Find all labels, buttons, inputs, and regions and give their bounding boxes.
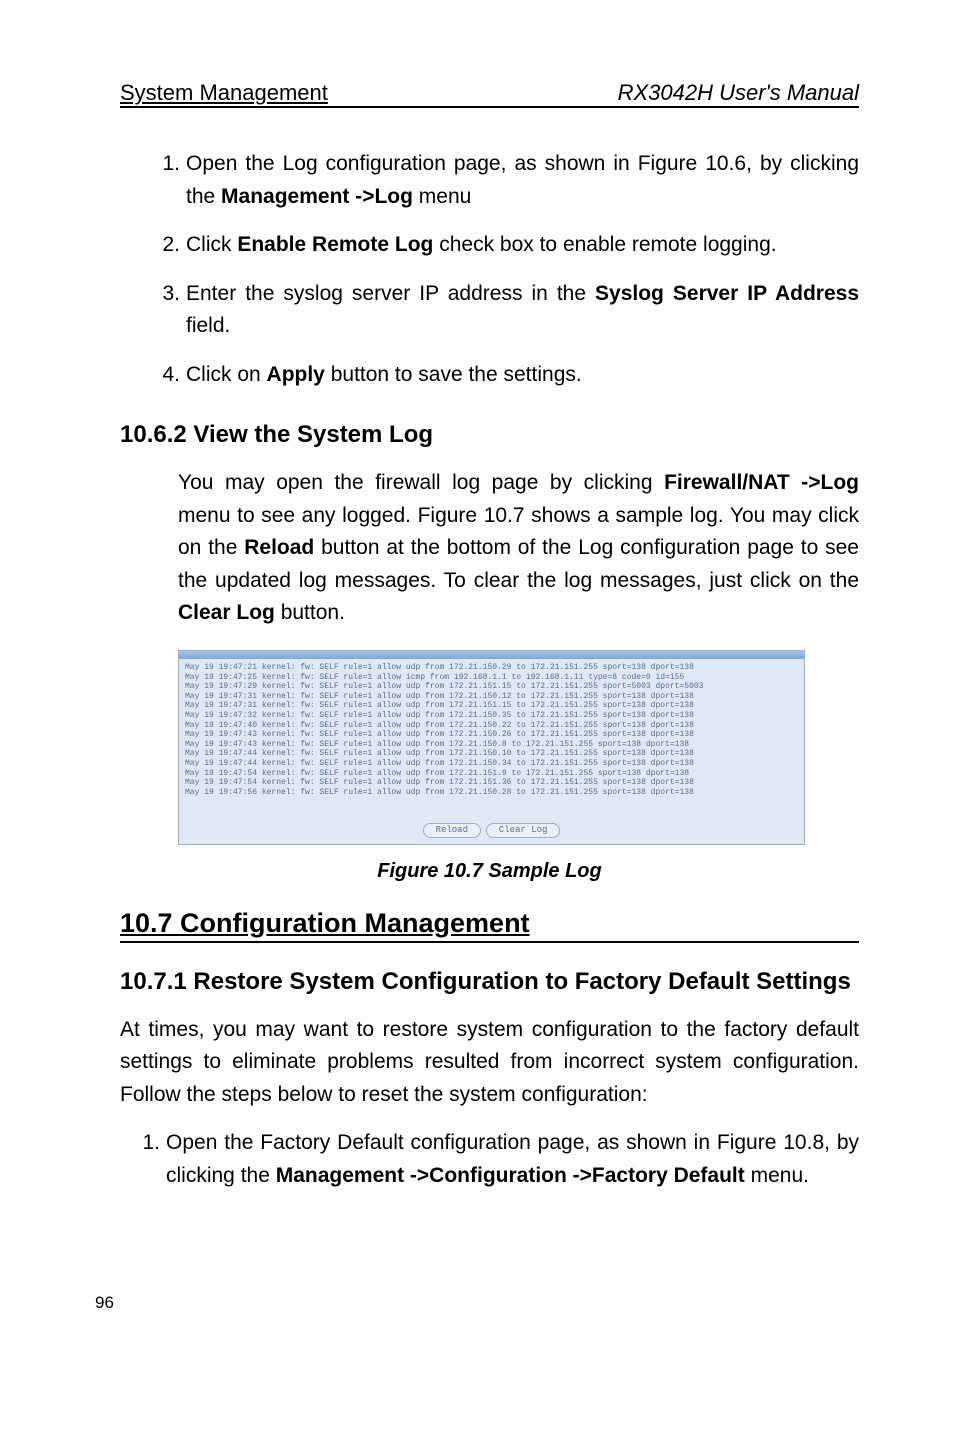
step-text: Click on Apply button to save the settin…	[186, 359, 859, 392]
list-item: 2. Click Enable Remote Log check box to …	[150, 229, 859, 262]
view-log-paragraph: You may open the firewall log page by cl…	[178, 467, 859, 630]
ui-label: Enable Remote Log	[237, 233, 433, 256]
ui-label: Apply	[267, 363, 325, 386]
open-log-steps: 1. Open the Log configuration page, as s…	[150, 148, 859, 391]
ui-label: Clear Log	[178, 601, 275, 624]
step-number: 3.	[150, 278, 180, 343]
figure-button-row: Reload Clear Log	[179, 817, 804, 844]
section-heading-config-management: 10.7 Configuration Management	[120, 908, 859, 943]
step-text: Open the Log configuration page, as show…	[186, 148, 859, 213]
subheading-restore-factory: 10.7.1 Restore System Configuration to F…	[120, 968, 859, 996]
list-item: 3. Enter the syslog server IP address in…	[150, 278, 859, 343]
menu-path: Firewall/NAT ->Log	[664, 471, 859, 494]
step-number: 1.	[150, 148, 180, 213]
ui-label: Reload	[244, 536, 314, 559]
subheading-view-system-log: 10.6.2 View the System Log	[120, 421, 859, 449]
step-number: 1.	[130, 1127, 160, 1192]
menu-path: Management ->Configuration ->Factory Def…	[276, 1164, 745, 1187]
log-output-area: May 19 19:47:21 kernel: fw: SELF rule=1 …	[179, 659, 804, 817]
clear-log-button[interactable]: Clear Log	[486, 823, 561, 838]
figure-caption: Figure 10.7 Sample Log	[120, 860, 859, 883]
list-item: 4. Click on Apply button to save the set…	[150, 359, 859, 392]
header-section-title: System Management	[120, 80, 328, 106]
figure-sample-log: May 19 19:47:21 kernel: fw: SELF rule=1 …	[178, 650, 805, 845]
restore-steps: 1. Open the Factory Default configuratio…	[130, 1127, 859, 1192]
restore-paragraph: At times, you may want to restore system…	[120, 1014, 859, 1112]
step-number: 2.	[150, 229, 180, 262]
list-item: 1. Open the Factory Default configuratio…	[130, 1127, 859, 1192]
figure-title-bar	[179, 651, 804, 659]
menu-path: Management ->Log	[221, 185, 413, 208]
step-number: 4.	[150, 359, 180, 392]
reload-button[interactable]: Reload	[423, 823, 481, 838]
ui-label: Syslog Server IP Address	[595, 282, 859, 305]
step-text: Open the Factory Default configuration p…	[166, 1127, 859, 1192]
page-header: System Management RX3042H User's Manual	[120, 80, 859, 108]
step-text: Click Enable Remote Log check box to ena…	[186, 229, 859, 262]
page-number: 96	[0, 1283, 954, 1343]
header-manual-title: RX3042H User's Manual	[618, 80, 859, 106]
list-item: 1. Open the Log configuration page, as s…	[150, 148, 859, 213]
step-text: Enter the syslog server IP address in th…	[186, 278, 859, 343]
